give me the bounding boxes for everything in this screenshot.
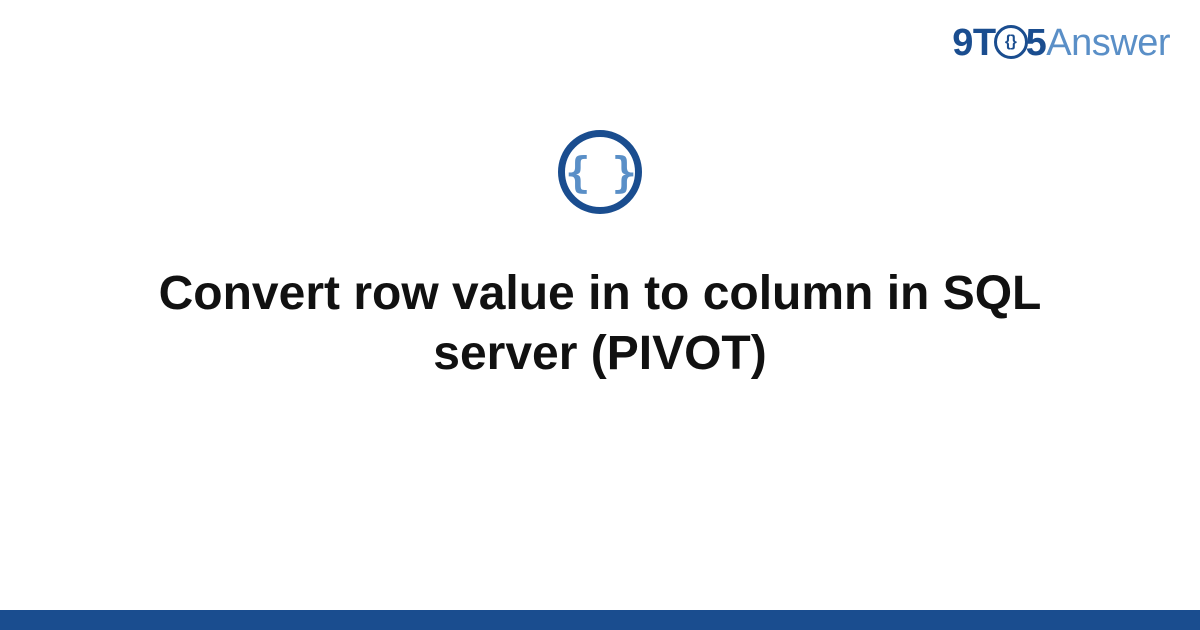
- logo-text-answer: Answer: [1046, 22, 1170, 64]
- footer-bar: [0, 610, 1200, 630]
- logo-text-5: 5: [1026, 22, 1047, 64]
- code-icon-circle: { }: [558, 130, 642, 214]
- braces-icon: { }: [565, 148, 635, 197]
- page-title: Convert row value in to column in SQL se…: [75, 264, 1125, 384]
- logo-circle-icon: {}: [994, 25, 1028, 59]
- site-logo: 9T {} 5Answer: [952, 22, 1170, 65]
- main-content: { } Convert row value in to column in SQ…: [0, 130, 1200, 384]
- logo-text-9t: 9T: [952, 22, 995, 64]
- logo-braces-small: {}: [1005, 33, 1016, 51]
